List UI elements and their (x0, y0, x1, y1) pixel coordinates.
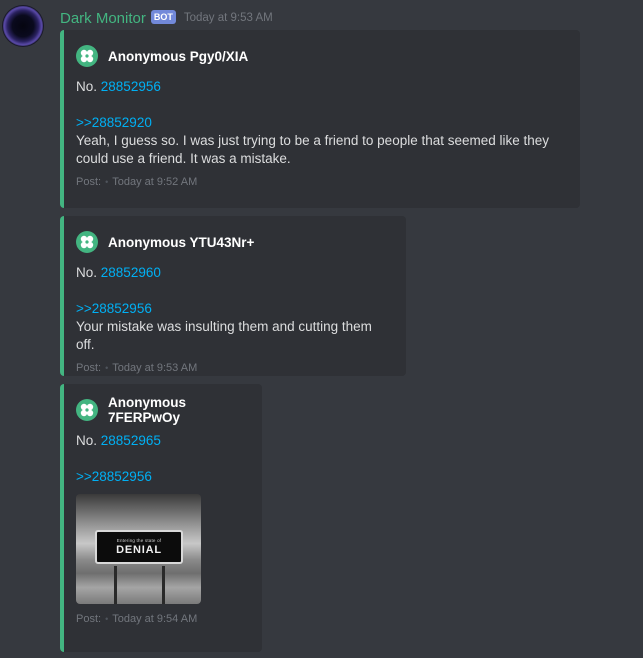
embed-post-1: Anonymous Pgy0/XIA No. 28852956 >>288529… (60, 30, 580, 208)
no-label: No. (76, 433, 98, 448)
road-sign: Entering the state of DENIAL (95, 530, 183, 564)
bot-badge: BOT (150, 10, 176, 24)
author-name: Anonymous YTU43Nr+ (108, 234, 255, 250)
reply-link[interactable]: >>28852956 (76, 300, 390, 318)
reply-link[interactable]: >>28852956 (76, 468, 246, 486)
four-leaf-clover-icon (76, 231, 98, 253)
embed-footer: Post: • Today at 9:52 AM (76, 176, 564, 188)
author-name: Anonymous 7FERPwOy (108, 395, 187, 425)
post-number-line: No. 28852956 (76, 78, 564, 96)
footer-time: Today at 9:54 AM (112, 613, 198, 625)
embed-footer: Post: • Today at 9:54 AM (76, 613, 246, 625)
username[interactable]: Dark Monitor (60, 10, 146, 27)
post-number-link[interactable]: 28852965 (101, 433, 161, 448)
embed-footer: Post: • Today at 9:53 AM (76, 362, 390, 374)
post-number-link[interactable]: 28852960 (101, 265, 161, 280)
embed-author: Anonymous YTU43Nr+ (76, 230, 390, 254)
message-timestamp[interactable]: Today at 9:53 AM (184, 12, 273, 24)
sign-post (114, 566, 117, 604)
no-label: No. (76, 265, 98, 280)
footer-time: Today at 9:52 AM (112, 176, 198, 188)
post-text-line: Your mistake was insulting them and cutt… (76, 319, 372, 352)
four-leaf-clover-icon (76, 399, 98, 421)
bot-avatar[interactable] (3, 6, 43, 46)
post-number-line: No. 28852965 (76, 432, 246, 450)
embed-post-2: Anonymous YTU43Nr+ No. 28852960 >>288529… (60, 216, 406, 376)
four-leaf-clover-icon (76, 45, 98, 67)
no-label: No. (76, 79, 98, 94)
post-number-line: No. 28852960 (76, 264, 390, 282)
author-name: Anonymous Pgy0/XIA (108, 48, 249, 64)
embed-image[interactable]: Entering the state of DENIAL (76, 494, 201, 604)
sign-post (162, 566, 165, 604)
footer-label: Post: (76, 362, 102, 374)
message-header: Dark Monitor BOT Today at 9:53 AM (60, 8, 273, 28)
post-text-line: could use a friend. It was a mistake. (76, 151, 291, 166)
embed-author: Anonymous Pgy0/XIA (76, 44, 564, 68)
post-number-link[interactable]: 28852956 (101, 79, 161, 94)
footer-separator: • (105, 614, 109, 624)
footer-time: Today at 9:53 AM (112, 362, 198, 374)
footer-separator: • (105, 363, 109, 373)
footer-label: Post: (76, 176, 102, 188)
reply-link[interactable]: >>28852920 (76, 114, 564, 132)
footer-label: Post: (76, 613, 102, 625)
embed-author: Anonymous 7FERPwOy (76, 395, 246, 425)
sign-big-text: DENIAL (116, 543, 162, 556)
embed-post-3: Anonymous 7FERPwOy No. 28852965 >>288529… (60, 384, 262, 652)
post-text-line: Yeah, I guess so. I was just trying to b… (76, 133, 550, 148)
footer-separator: • (105, 177, 109, 187)
